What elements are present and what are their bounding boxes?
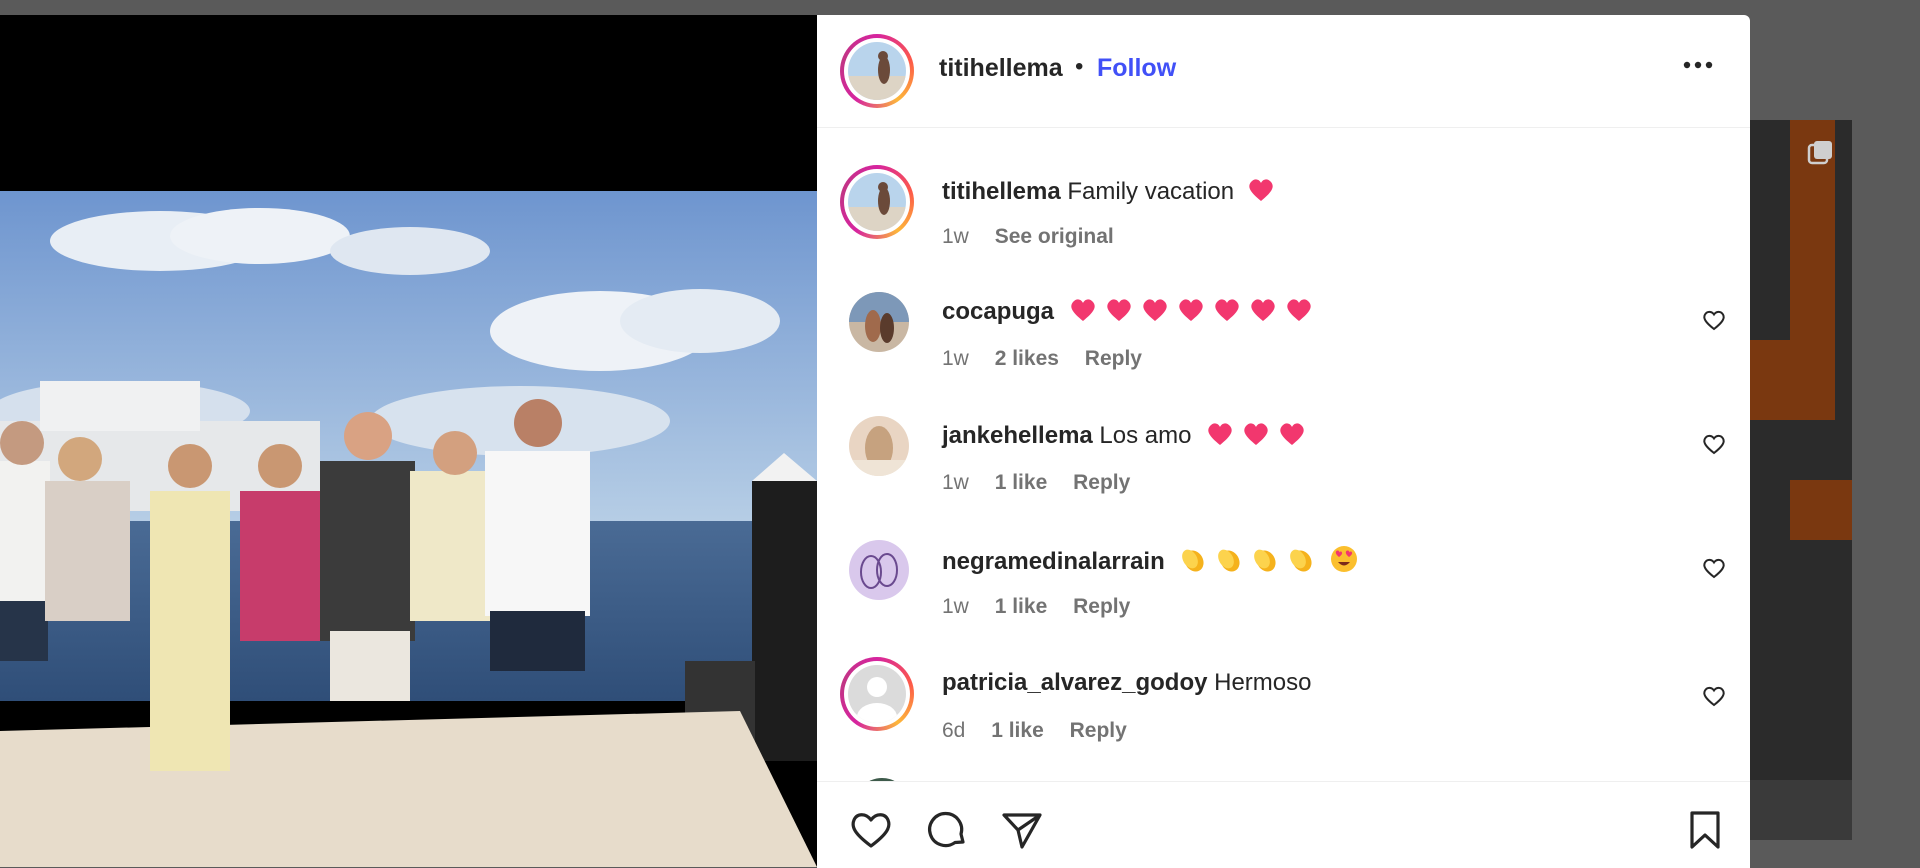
caption-avatar[interactable] (840, 165, 914, 239)
comment-text-line: negramedinalarrain (942, 545, 1366, 576)
comment-text-line: cocapuga (942, 297, 1321, 326)
heart-emoji-icon (1244, 423, 1268, 445)
caption-text: Family vacation (1067, 178, 1235, 205)
comment-meta: 1w 1 like Reply (942, 595, 1150, 619)
carousel-icon (1807, 141, 1832, 165)
caption-username[interactable]: titihellema (942, 178, 1061, 205)
more-icon[interactable] (1678, 51, 1718, 79)
heart-emoji-icon (1107, 299, 1131, 321)
heart-emoji-row (1206, 422, 1314, 449)
likes-count[interactable]: 1 like (995, 595, 1048, 618)
comment-text: Los amo (1099, 422, 1192, 449)
avatar-ring-inner (844, 169, 910, 235)
heart-emoji-icon (1215, 299, 1239, 321)
comment-username[interactable]: jankehellema (942, 422, 1093, 449)
bookmark-icon[interactable] (1683, 808, 1727, 852)
default-avatar-icon (848, 665, 906, 723)
caption-time: 1w (942, 225, 969, 248)
caption-text-line: titihellema Family vacation (942, 177, 1283, 206)
heart-eyes-emoji-icon (1331, 546, 1358, 572)
commenter-avatar[interactable] (840, 657, 914, 731)
clap-emoji-row (1179, 548, 1323, 575)
post-media[interactable] (0, 15, 817, 867)
preview-shape (1750, 120, 1790, 340)
action-bar (817, 781, 1750, 868)
heart-emoji-icon (1287, 299, 1311, 321)
heart-icon[interactable] (1702, 433, 1726, 455)
avatar-image (848, 173, 906, 231)
comment-username[interactable]: cocapuga (942, 298, 1054, 325)
heart-emoji-icon (1280, 423, 1304, 445)
heart-emoji-icon (1179, 299, 1203, 321)
preview-shape (1790, 480, 1852, 540)
avatar-ring-inner (844, 661, 910, 727)
comment-icon[interactable] (925, 808, 969, 852)
clap-emoji-icon (1218, 549, 1240, 572)
clap-emoji-icon (1254, 549, 1276, 572)
comment-username[interactable]: negramedinalarrain (942, 548, 1165, 575)
share-icon[interactable] (1000, 808, 1044, 852)
clap-emoji-icon (1182, 549, 1204, 572)
next-post-preview[interactable] (1750, 120, 1852, 840)
caption-meta: 1w See original (942, 225, 1134, 249)
likes-count[interactable]: 1 like (991, 719, 1044, 742)
heart-emoji-row (1069, 298, 1321, 325)
comment-meta: 1w 2 likes Reply (942, 347, 1162, 371)
likes-count[interactable]: 1 like (995, 471, 1048, 494)
see-original-link[interactable]: See original (995, 225, 1114, 248)
comment-username[interactable]: patricia_alvarez_godoy (942, 669, 1207, 696)
reply-button[interactable]: Reply (1073, 595, 1130, 618)
avatar-ring-inner (844, 38, 910, 104)
heart-emoji-icon (1249, 179, 1273, 201)
heart-emoji-icon (1251, 299, 1275, 321)
post-photo (0, 191, 817, 867)
heart-icon[interactable] (1702, 309, 1726, 331)
heart-icon[interactable] (1702, 557, 1726, 579)
heart-icon[interactable] (849, 808, 893, 852)
clap-emoji-icon (1290, 549, 1312, 572)
preview-shape (1750, 780, 1852, 840)
comment-meta: 1w 1 like Reply (942, 471, 1150, 495)
comment-text: Hermoso (1214, 669, 1312, 696)
avatar-image (848, 42, 906, 100)
comment-time: 1w (942, 347, 969, 370)
commenter-avatar[interactable] (849, 416, 909, 476)
comment-time: 6d (942, 719, 966, 742)
separator-dot: • (1075, 53, 1084, 80)
heart-emoji-icon (1071, 299, 1095, 321)
author-avatar[interactable] (840, 34, 914, 108)
reply-button[interactable]: Reply (1070, 719, 1127, 742)
comments-panel: titihellema • Follow titihellema Family … (817, 15, 1750, 868)
author-username[interactable]: titihellema (939, 54, 1063, 83)
reply-button[interactable]: Reply (1073, 471, 1130, 494)
commenter-avatar[interactable] (849, 292, 909, 352)
commenter-avatar[interactable] (849, 540, 909, 600)
heart-emoji-icon (1143, 299, 1167, 321)
reply-button[interactable]: Reply (1085, 347, 1142, 370)
comment-text-line: jankehellema Los amo (942, 421, 1314, 450)
comment-time: 1w (942, 595, 969, 618)
follow-button[interactable]: Follow (1097, 54, 1176, 83)
heart-icon[interactable] (1702, 685, 1726, 707)
comment-meta: 6d 1 like Reply (942, 719, 1147, 743)
comment-text-line: patricia_alvarez_godoy Hermoso (942, 669, 1311, 697)
post-header: titihellema • Follow (817, 15, 1750, 128)
comment-time: 1w (942, 471, 969, 494)
likes-count[interactable]: 2 likes (995, 347, 1059, 370)
heart-emoji-icon (1208, 423, 1232, 445)
